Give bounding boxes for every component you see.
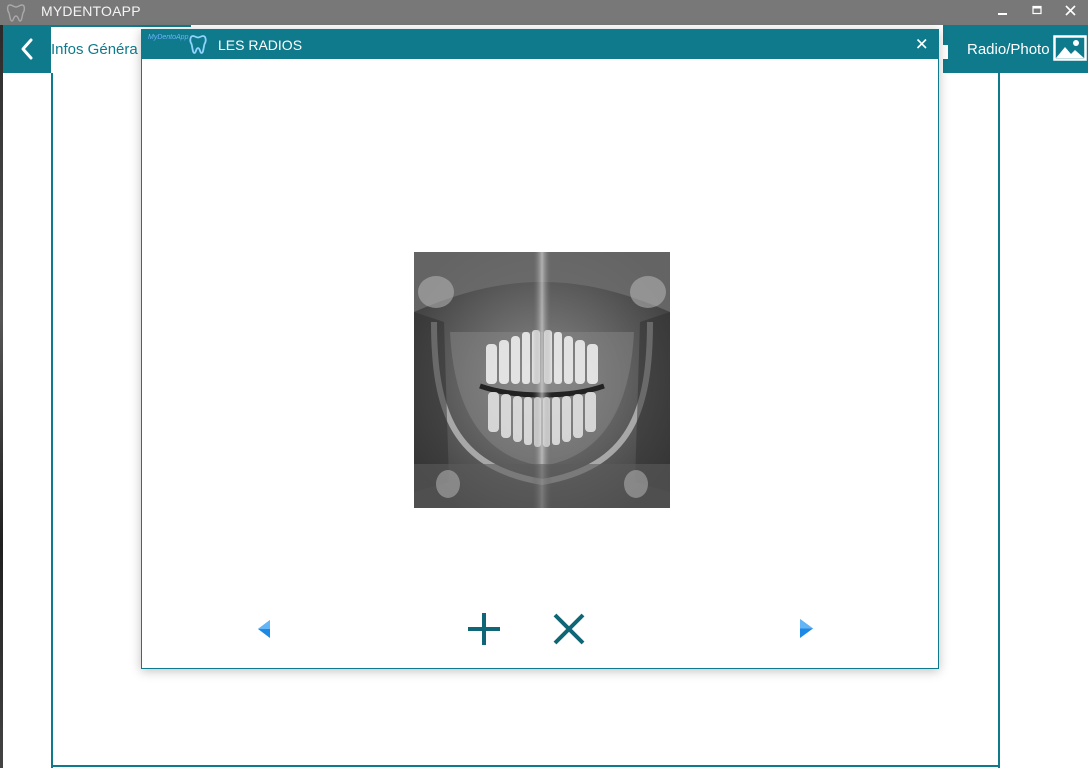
- content-border-bottom: [51, 765, 1000, 767]
- triangle-left-icon: [258, 620, 270, 638]
- radios-dialog: MyDentoApp LES RADIOS: [141, 29, 939, 669]
- previous-button[interactable]: [246, 608, 286, 648]
- back-button[interactable]: [3, 25, 51, 73]
- minimize-button[interactable]: [986, 0, 1020, 25]
- xray-image: [414, 252, 670, 508]
- document-icon: [942, 45, 948, 59]
- content-border-left: [51, 73, 53, 768]
- chevron-left-icon: [21, 38, 33, 60]
- tooth-logo-icon: [6, 4, 26, 22]
- tooth-icon: [189, 35, 207, 54]
- tab-radio-photo-label: Radio/Photo: [967, 41, 1050, 58]
- tab-indicator: [51, 25, 191, 27]
- close-icon: [1065, 5, 1076, 16]
- window-edge: [0, 25, 3, 768]
- delete-button[interactable]: [549, 608, 589, 648]
- dialog-header: MyDentoApp LES RADIOS: [142, 30, 938, 59]
- dialog-logo-text: MyDentoApp: [148, 34, 189, 41]
- dialog-close-button[interactable]: [910, 32, 934, 56]
- panoramic-xray-drawing: [414, 252, 670, 508]
- plus-icon: [468, 613, 500, 645]
- tab-radio-photo[interactable]: Radio/Photo: [942, 25, 1088, 73]
- tab-infos-generales[interactable]: Infos Généra: [51, 41, 138, 58]
- image-icon: [1053, 35, 1087, 61]
- triangle-right-icon: [800, 619, 813, 638]
- x-icon: [553, 613, 585, 645]
- window-close-button[interactable]: [1054, 0, 1088, 25]
- add-button[interactable]: [464, 608, 504, 648]
- next-button[interactable]: [788, 608, 828, 648]
- window-titlebar: MYDENTOAPP: [0, 0, 1088, 25]
- app-title: MYDENTOAPP: [41, 3, 141, 19]
- dialog-title: LES RADIOS: [218, 37, 303, 53]
- minimize-icon: [998, 13, 1007, 15]
- close-icon: [916, 38, 927, 49]
- content-border-right: [998, 73, 1000, 768]
- maximize-icon: [1032, 5, 1042, 15]
- maximize-button[interactable]: [1020, 0, 1054, 25]
